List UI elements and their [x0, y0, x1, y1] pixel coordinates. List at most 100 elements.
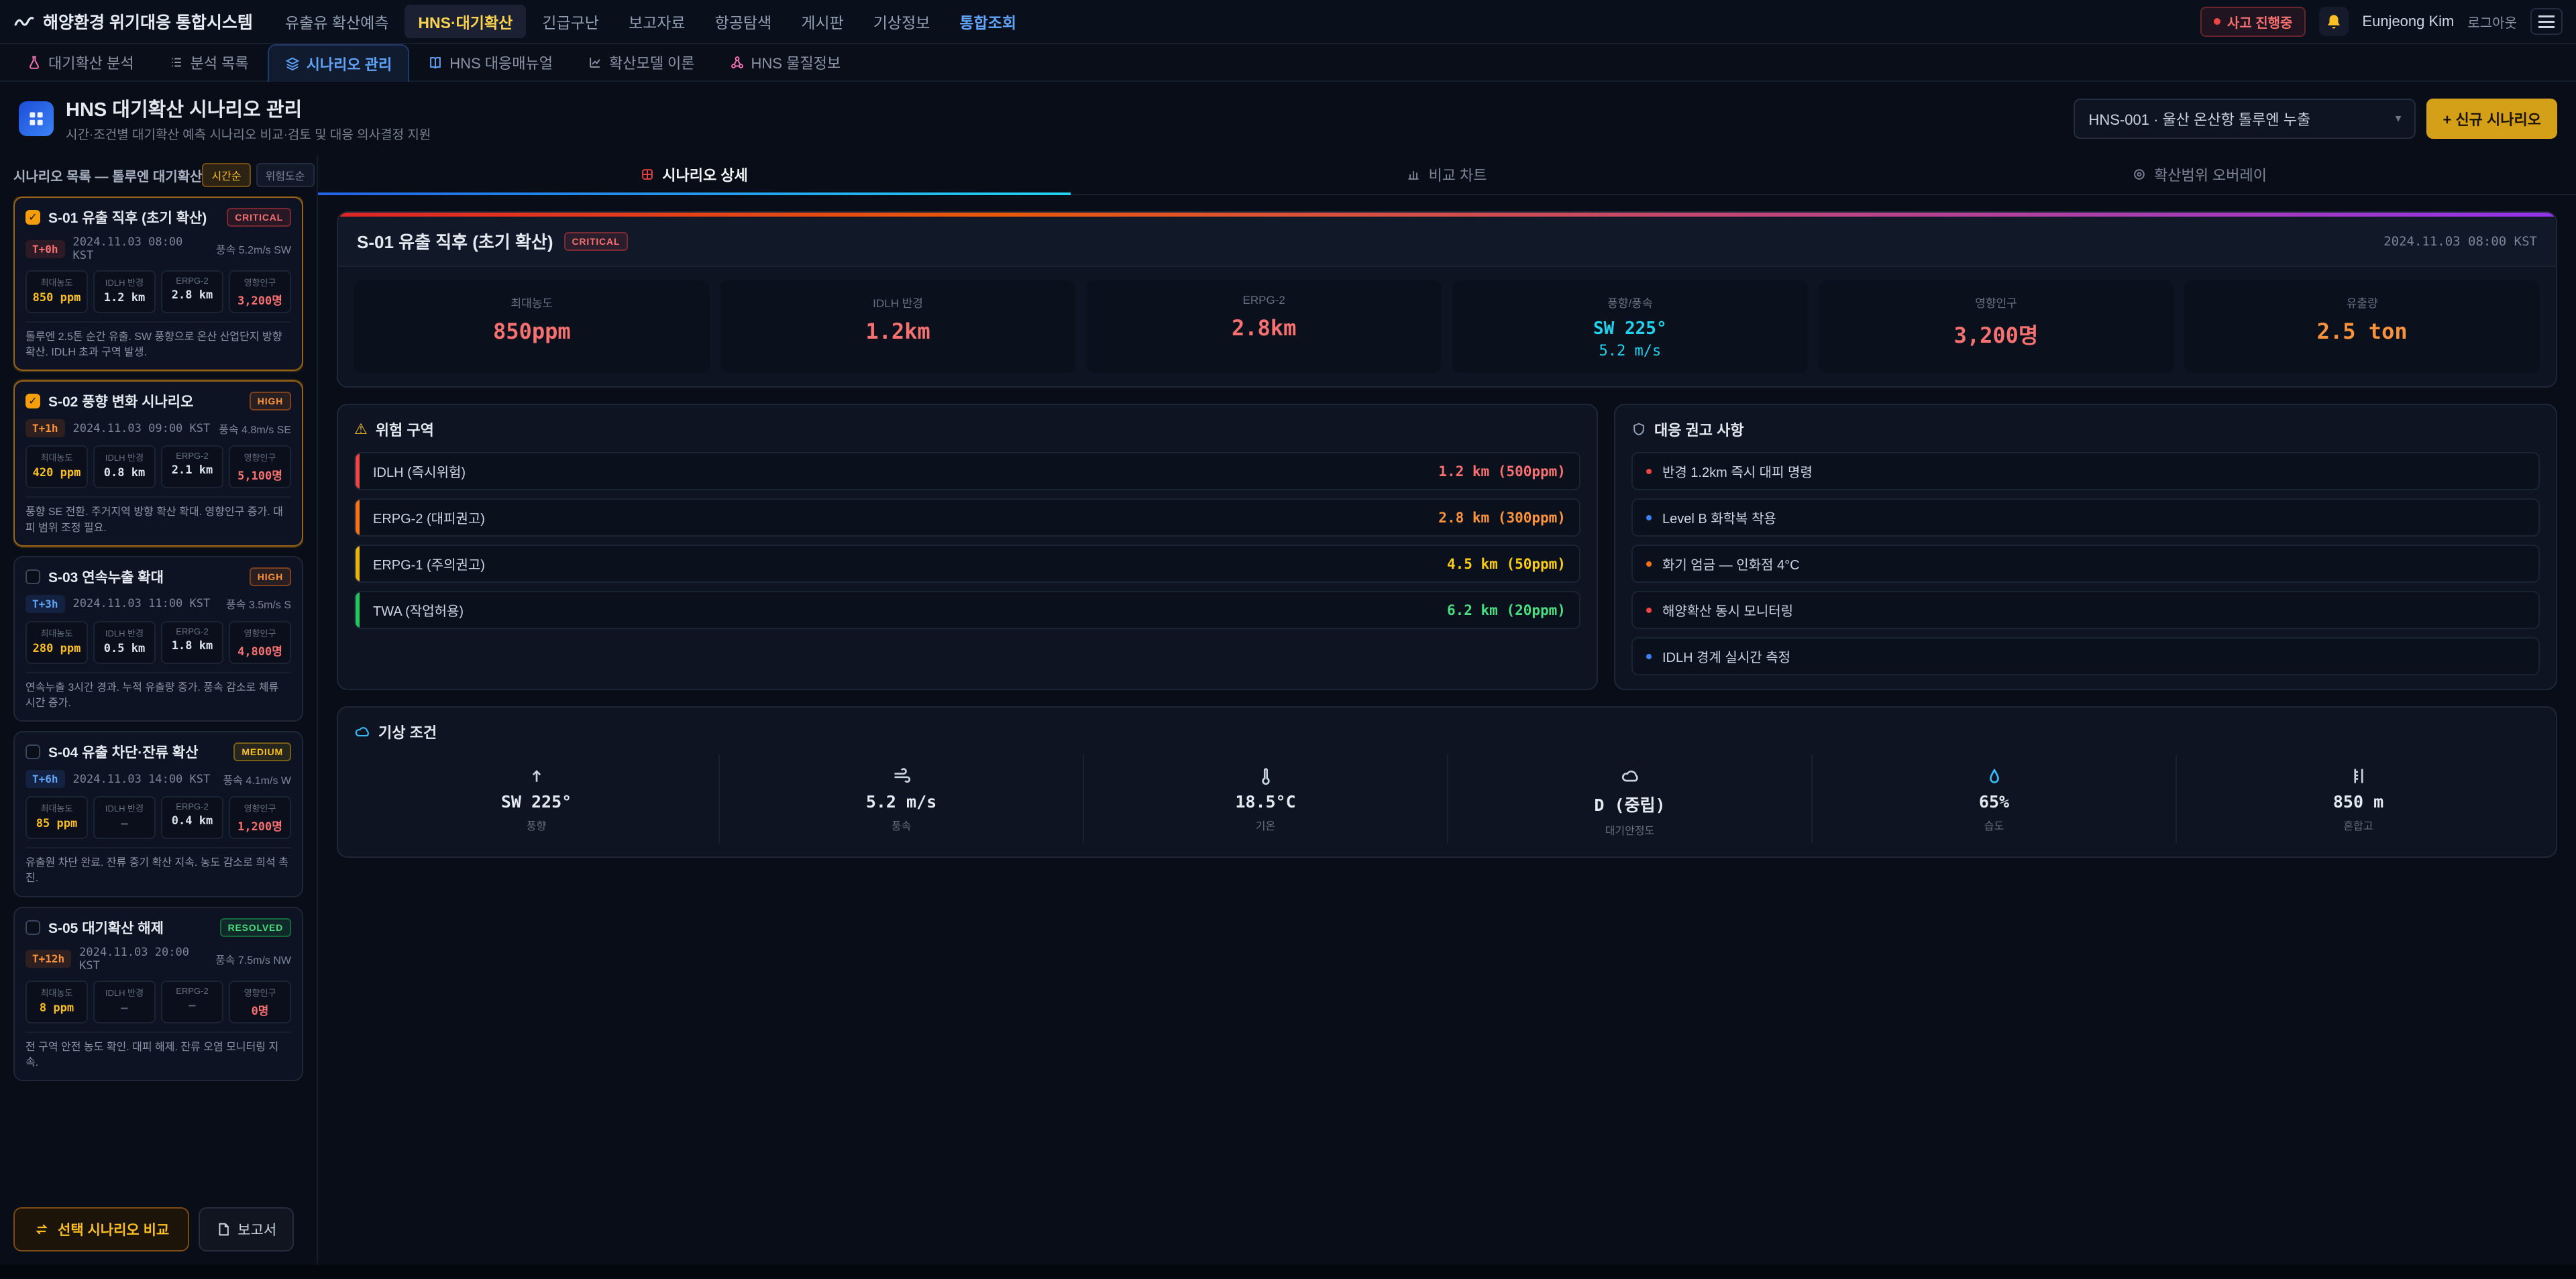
nav-item-integrated-search[interactable]: 통합조회 — [946, 5, 1030, 38]
scenario-card-s03[interactable]: ✓ S-03 연속누출 확대 HIGH T+3h 2024.11.03 11:0… — [13, 556, 303, 722]
metric-population: 영향인구5,100명 — [229, 445, 291, 488]
detail-metric-population: 영향인구 3,200명 — [1819, 280, 2174, 373]
hamburger-menu-icon[interactable] — [2530, 8, 2563, 35]
weather-mixing-height: 850 m 혼합고 — [2176, 755, 2540, 843]
detail-title: S-01 유출 직후 (초기 확산) — [357, 229, 553, 254]
new-scenario-button[interactable]: + 신규 시나리오 — [2426, 99, 2557, 139]
severity-badge: CRITICAL — [227, 208, 291, 227]
scenario-timestamp: 2024.11.03 11:00 KST — [73, 597, 218, 610]
sub-navbar: 대기확산 분석 분석 목록 시나리오 관리 HNS 대응매뉴얼 확산모델 이론 — [0, 44, 2576, 82]
scenario-card-s02[interactable]: ✓ S-02 풍향 변화 시나리오 HIGH T+1h 2024.11.03 0… — [13, 380, 303, 546]
tab-dispersion-overlay[interactable]: 확산범위 오버레이 — [1823, 155, 2576, 194]
page-title: HNS 대기확산 시나리오 관리 — [66, 94, 431, 122]
page-header-right: HNS-001 · 울산 온산항 톨루엔 누출 ▾ + 신규 시나리오 — [2074, 99, 2557, 139]
scenario-description: 풍향 SE 전환. 주거지역 방향 확산 확대. 영향인구 증가. 대피 범위 … — [25, 496, 291, 535]
subtab-hns-substance-info[interactable]: HNS 물질정보 — [714, 44, 857, 80]
scenario-checkbox[interactable]: ✓ — [25, 569, 40, 584]
scenario-title: S-02 풍향 변화 시나리오 — [48, 391, 241, 411]
metric-idlh-radius: IDLH 반경0.8 km — [93, 445, 156, 488]
nav-item-oil-spill[interactable]: 유출유 확산예측 — [272, 5, 402, 38]
page-subtitle: 시간·조건별 대기확산 예측 시나리오 비교·검토 및 대응 의사결정 지원 — [66, 125, 431, 143]
notification-bell-button[interactable] — [2319, 7, 2349, 36]
nav-item-reports[interactable]: 보고자료 — [615, 5, 699, 38]
subtab-hns-manual[interactable]: HNS 대응매뉴얼 — [412, 44, 569, 80]
scenario-checkbox[interactable]: ✓ — [25, 394, 40, 408]
recommendations-panel: 대응 권고 사항 반경 1.2km 즉시 대피 명령 Level B 화학복 착… — [1614, 404, 2557, 690]
scenario-checkbox[interactable]: ✓ — [25, 744, 40, 759]
molecule-icon — [730, 55, 745, 70]
tab-scenario-detail[interactable]: 시나리오 상세 — [318, 155, 1071, 194]
metric-max-concentration: 최대농도8 ppm — [25, 981, 88, 1023]
reco-item: 화기 엄금 — 인화점 4°C — [1631, 545, 2540, 583]
trend-chart-icon — [588, 55, 602, 70]
scenario-timestamp: 2024.11.03 14:00 KST — [73, 773, 215, 786]
weather-wind-direction: SW 225° 풍향 — [354, 755, 718, 843]
top-navbar: 해양환경 위기대응 통합시스템 유출유 확산예측 HNS·대기확산 긴급구난 보… — [0, 0, 2576, 44]
severity-badge: HIGH — [250, 567, 291, 586]
tab-compare-chart[interactable]: 비교 차트 — [1071, 155, 1823, 194]
page-header-left: HNS 대기확산 시나리오 관리 시간·조건별 대기확산 예측 시나리오 비교·… — [19, 94, 431, 143]
metric-max-concentration: 최대농도280 ppm — [25, 621, 88, 664]
subtab-dispersion-analysis[interactable]: 대기확산 분석 — [11, 44, 150, 80]
radar-overlay-icon — [2133, 168, 2146, 181]
topbar-right: 사고 진행중 Eunjeong Kim 로그아웃 — [2200, 7, 2563, 37]
metric-erpg2: ERPG-2— — [161, 981, 223, 1023]
nav-item-board[interactable]: 게시판 — [788, 5, 857, 38]
scenario-title: S-05 대기확산 해제 — [48, 917, 212, 938]
sidebar-header: 시나리오 목록 — 톨루엔 대기확산 시간순 위험도순 — [13, 163, 303, 187]
main-tabbar: 시나리오 상세 비교 차트 확산범위 오버레이 — [318, 155, 2576, 195]
main-area: 시나리오 상세 비교 차트 확산범위 오버레이 — [318, 155, 2576, 1265]
zone-row-twa: TWA (작업허용) 6.2 km (20ppm) — [354, 591, 1580, 629]
sort-by-time-badge[interactable]: 시간순 — [202, 163, 250, 187]
subtab-scenario-management[interactable]: 시나리오 관리 — [268, 44, 410, 82]
sort-controls: 시간순 위험도순 — [202, 163, 314, 187]
nav-item-rescue[interactable]: 긴급구난 — [529, 5, 612, 38]
bell-icon — [2325, 13, 2343, 30]
severity-badge: HIGH — [250, 392, 291, 410]
scenario-card-s01[interactable]: ✓ S-01 유출 직후 (초기 확산) CRITICAL T+0h 2024.… — [13, 197, 303, 371]
subtab-analysis-list[interactable]: 분석 목록 — [153, 44, 265, 80]
subtab-model-theory[interactable]: 확산모델 이론 — [572, 44, 711, 80]
shield-icon — [1631, 422, 1646, 437]
scenario-app-icon — [19, 101, 54, 136]
bullet-icon — [1646, 515, 1652, 520]
reco-item: 해양확산 동시 모니터링 — [1631, 591, 2540, 629]
brand: 해양환경 위기대응 통합시스템 — [13, 9, 253, 34]
thermometer-icon — [1256, 765, 1275, 787]
time-offset-badge: T+1h — [25, 419, 65, 437]
time-offset-badge: T+0h — [25, 240, 65, 258]
nav-item-aerial-search[interactable]: 항공탐색 — [702, 5, 786, 38]
compare-scenarios-button[interactable]: 선택 시나리오 비교 — [13, 1207, 189, 1252]
main-nav: 유출유 확산예측 HNS·대기확산 긴급구난 보고자료 항공탐색 게시판 기상정… — [272, 5, 2182, 38]
scenario-card-s04[interactable]: ✓ S-04 유출 차단·잔류 확산 MEDIUM T+6h 2024.11.0… — [13, 731, 303, 897]
user-name[interactable]: Eunjeong Kim — [2362, 13, 2454, 30]
report-button[interactable]: 보고서 — [199, 1207, 294, 1252]
scenario-description: 연속누출 3시간 경과. 누적 유출량 증가. 풍속 감소로 체류 시간 증가. — [25, 672, 291, 711]
scenario-title: S-01 유출 직후 (초기 확산) — [48, 207, 219, 227]
flask-icon — [27, 55, 42, 70]
scenario-title: S-04 유출 차단·잔류 확산 — [48, 742, 225, 762]
list-icon — [169, 55, 184, 70]
metric-population: 영향인구3,200명 — [229, 270, 291, 313]
logo-wave-icon — [13, 11, 35, 32]
scenario-timestamp: 2024.11.03 20:00 KST — [79, 946, 207, 972]
risk-zones-title: 위험 구역 — [376, 419, 434, 440]
severity-badge: MEDIUM — [233, 742, 291, 761]
nav-item-weather[interactable]: 기상정보 — [860, 5, 944, 38]
weather-stability: D (중립) 대기안정도 — [1447, 755, 1811, 843]
scenario-checkbox[interactable]: ✓ — [25, 210, 40, 225]
scenario-checkbox[interactable]: ✓ — [25, 920, 40, 935]
scenario-card-s05[interactable]: ✓ S-05 대기확산 해제 RESOLVED T+12h 2024.11.03… — [13, 907, 303, 1081]
metric-population: 영향인구1,200명 — [229, 796, 291, 839]
incident-select[interactable]: HNS-001 · 울산 온산항 톨루엔 누출 ▾ — [2074, 99, 2416, 139]
nav-item-hns-dispersion[interactable]: HNS·대기확산 — [405, 5, 526, 38]
weather-wind-speed: 5.2 m/s 풍속 — [718, 755, 1083, 843]
metric-erpg2: ERPG-22.1 km — [161, 445, 223, 488]
logout-button[interactable]: 로그아웃 — [2467, 12, 2517, 32]
warning-icon: ⚠ — [354, 421, 368, 438]
droplet-icon — [1985, 765, 2004, 787]
metric-max-concentration: 최대농도850 ppm — [25, 270, 88, 313]
sort-by-risk-badge[interactable]: 위험도순 — [256, 163, 315, 187]
zone-row-erpg1: ERPG-1 (주의권고) 4.5 km (50ppm) — [354, 545, 1580, 583]
weather-title: 기상 조건 — [378, 721, 437, 742]
